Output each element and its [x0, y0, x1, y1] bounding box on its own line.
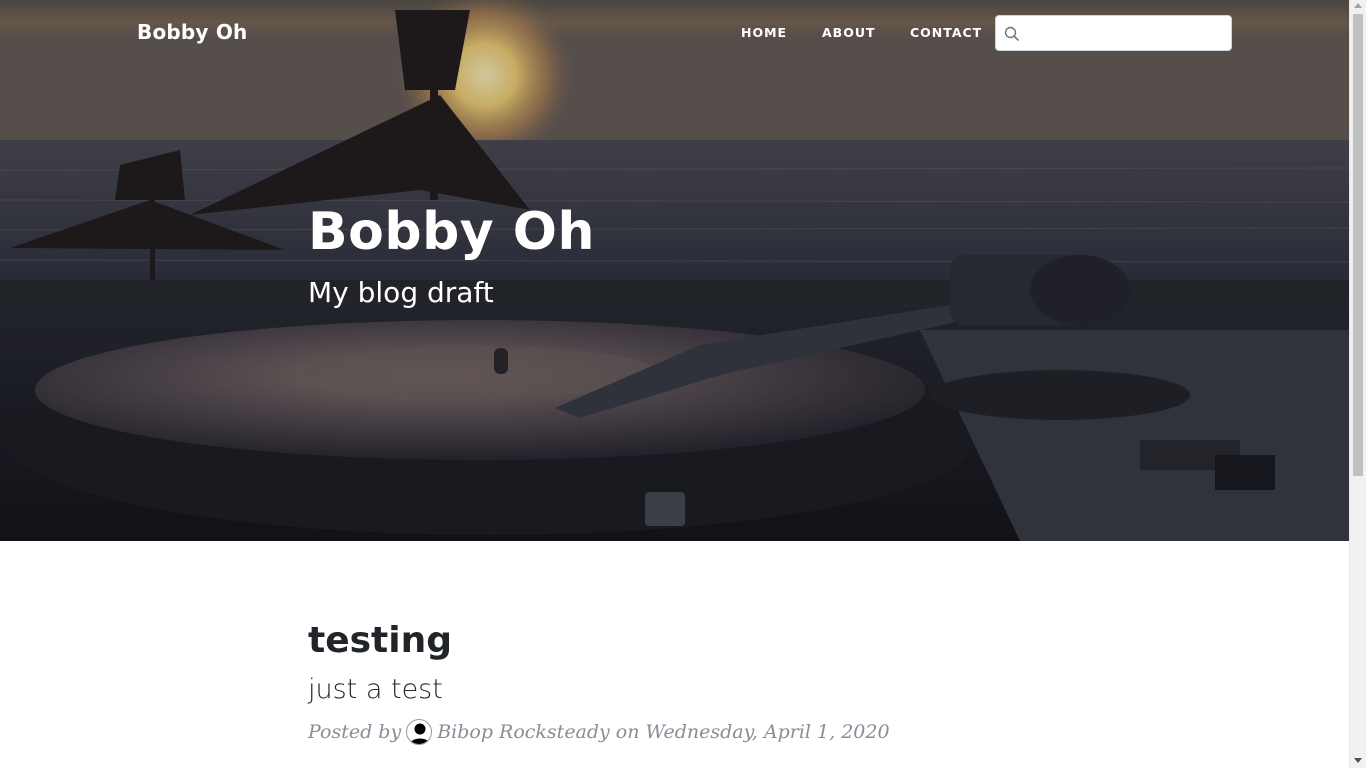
search-input[interactable]	[1024, 20, 1224, 46]
post-meta: Posted by Bibop Rocksteady on Wednesday,…	[308, 719, 890, 745]
page-scrollbar[interactable]	[1349, 0, 1366, 768]
scrollbar-thumb[interactable]	[1353, 14, 1363, 476]
nav-link-about[interactable]: ABOUT	[822, 25, 876, 40]
post-subtitle[interactable]: just a test	[308, 674, 443, 705]
search-icon	[1004, 26, 1020, 42]
scroll-down-arrow-icon[interactable]	[1354, 758, 1362, 763]
nav-link-home[interactable]: HOME	[741, 25, 787, 40]
site-subheading: My blog draft	[308, 276, 494, 309]
post-title[interactable]: testing	[308, 620, 452, 661]
hero-background-image	[0, 0, 1349, 541]
avatar-icon	[406, 719, 433, 745]
search-box	[995, 15, 1232, 51]
post-date: Wednesday, April 1, 2020	[645, 721, 890, 743]
date-prefix: on	[615, 721, 640, 743]
site-heading: Bobby Oh	[308, 202, 596, 262]
post-author[interactable]: Bibop Rocksteady	[437, 721, 610, 743]
hero-header: Bobby Oh HOME ABOUT CONTACT Bobby Oh My …	[0, 0, 1349, 541]
posted-by-label: Posted by	[308, 721, 402, 743]
nav-link-contact[interactable]: CONTACT	[910, 25, 982, 40]
navbar-brand[interactable]: Bobby Oh	[137, 20, 247, 44]
scroll-up-arrow-icon[interactable]	[1354, 3, 1362, 8]
